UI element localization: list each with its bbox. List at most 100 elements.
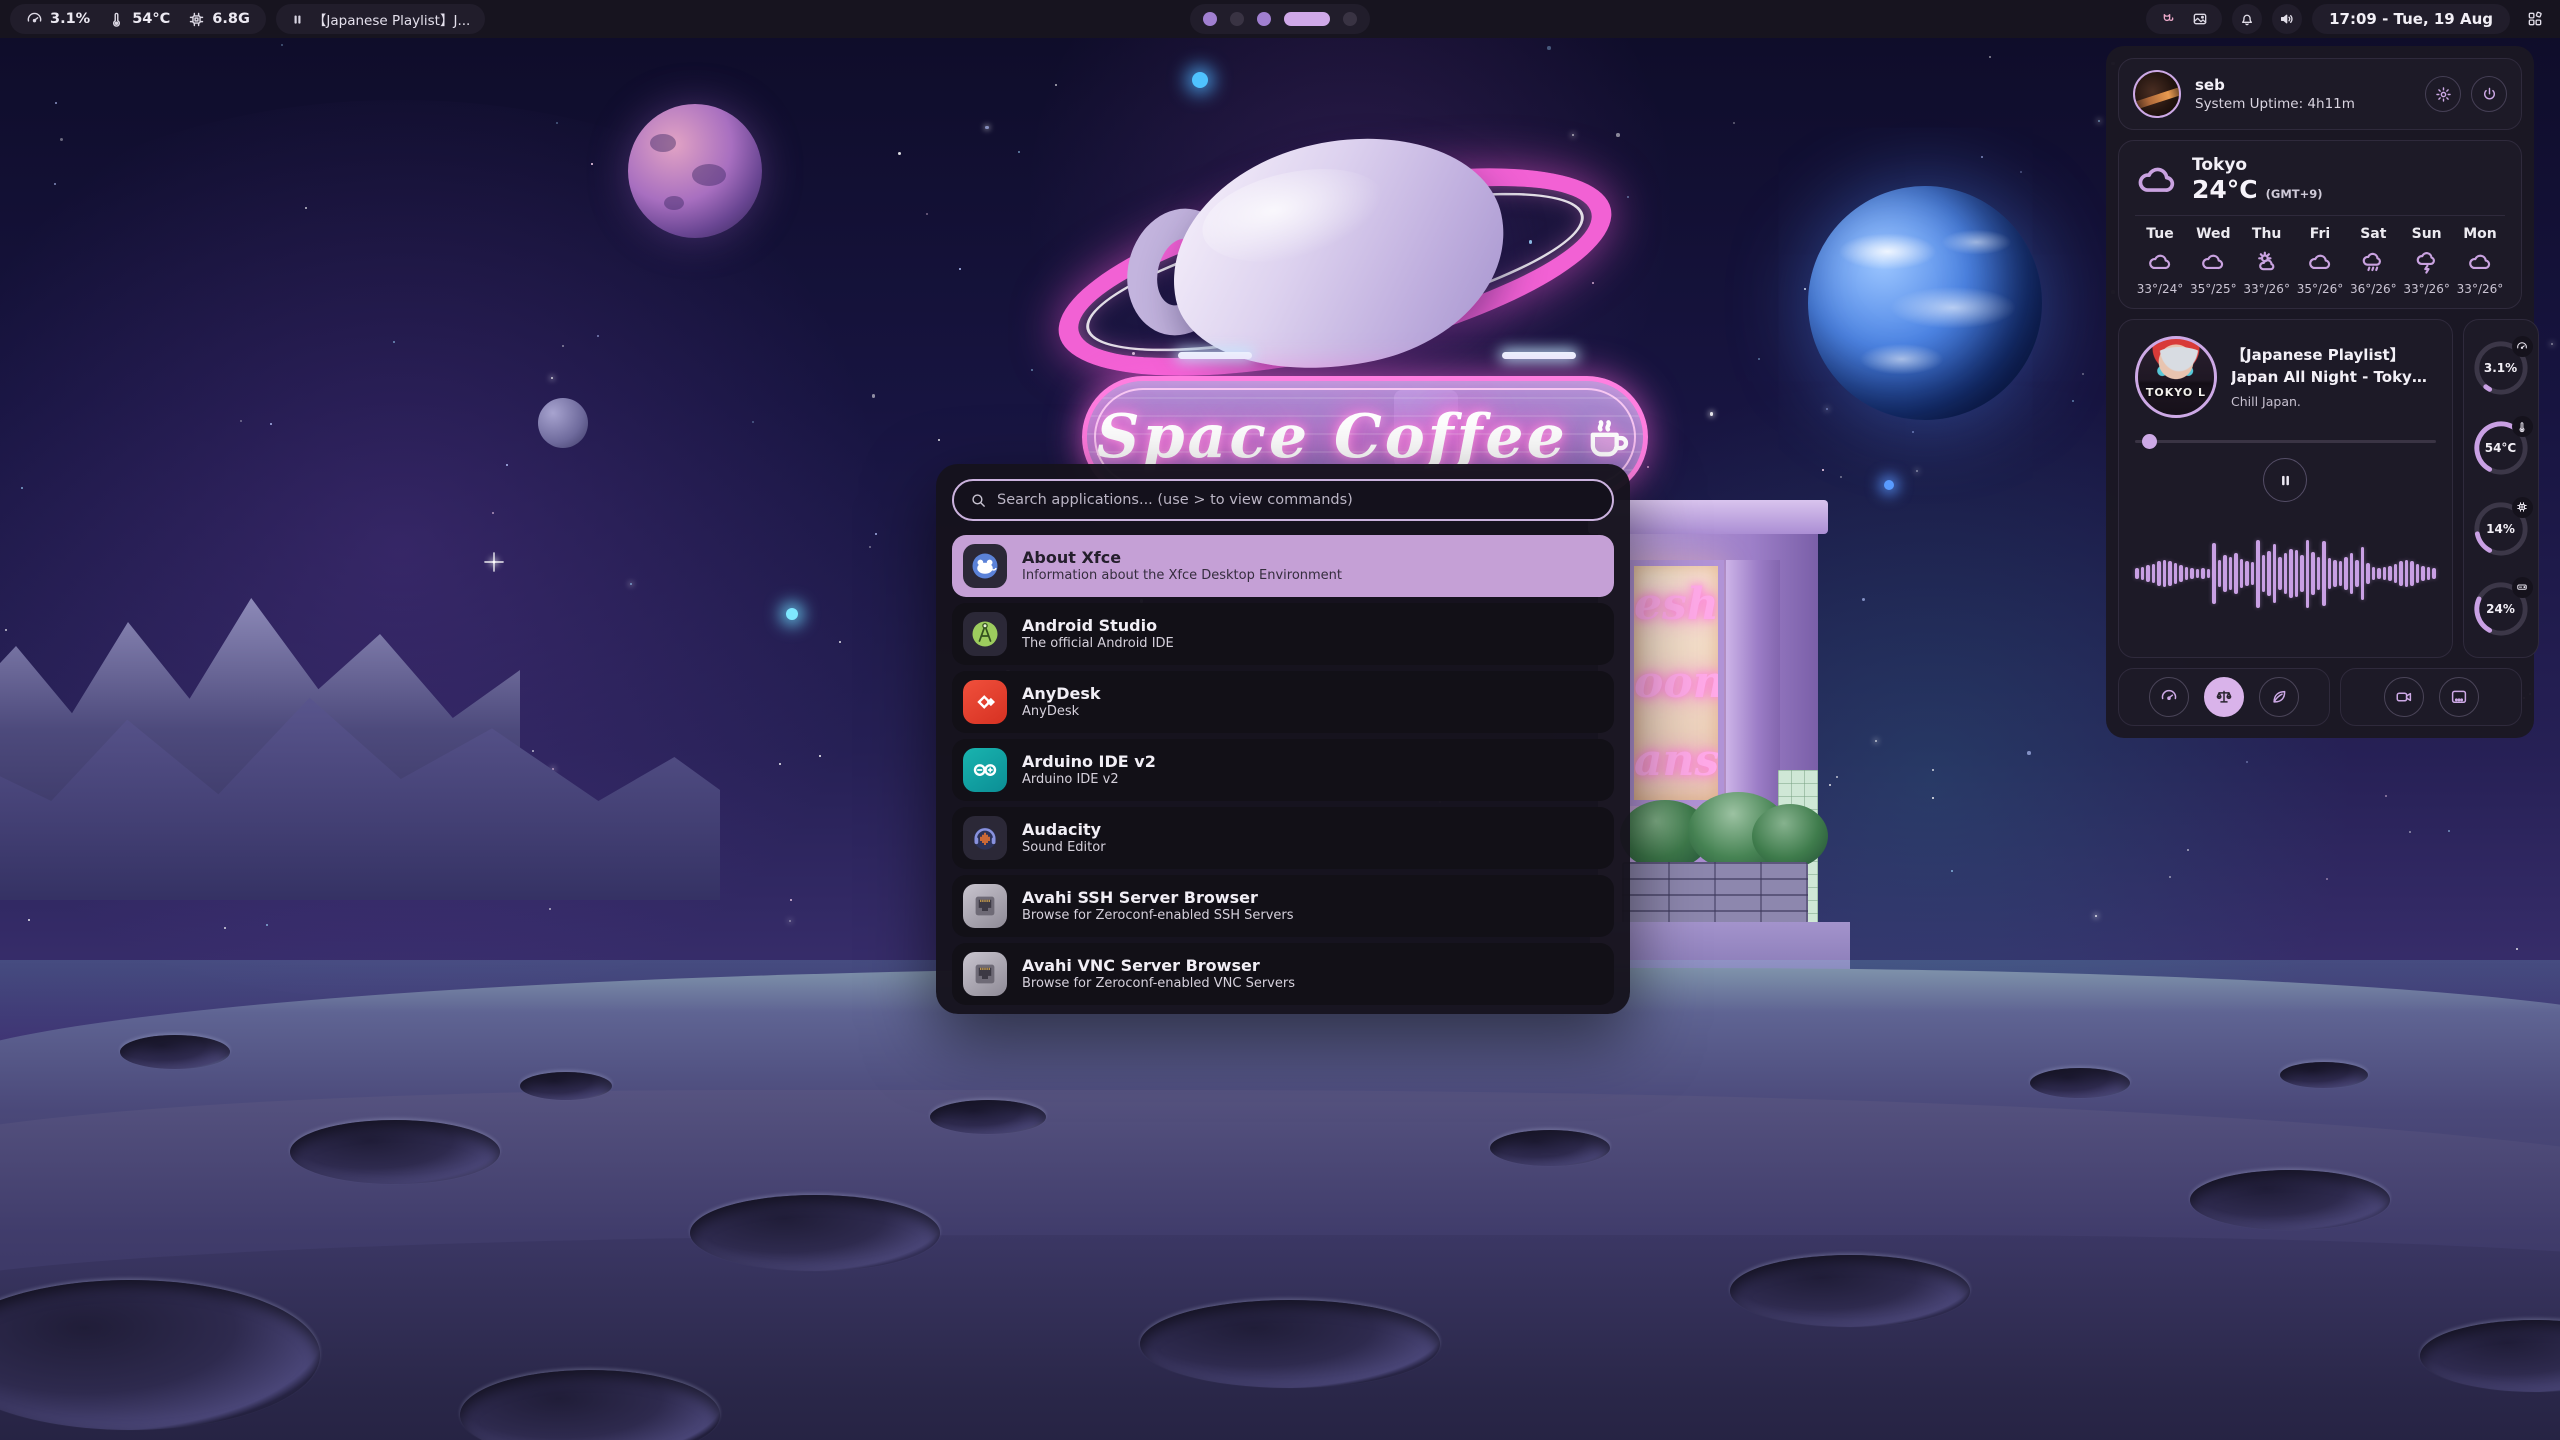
search-input[interactable] <box>997 492 1596 508</box>
visualizer-bar <box>2278 557 2282 591</box>
gear-icon <box>2435 86 2452 103</box>
visualizer-bar <box>2311 552 2315 595</box>
seek-bar[interactable] <box>2135 434 2436 448</box>
gauge-icon <box>26 11 43 28</box>
search-box[interactable] <box>952 479 1614 521</box>
visualizer-bar <box>2416 564 2420 584</box>
clock-text: 17:09 - Tue, 19 Aug <box>2329 10 2493 28</box>
app-description: Browse for Zeroconf-enabled VNC Servers <box>1022 976 1295 993</box>
forecast-day-label: Mon <box>2463 226 2497 242</box>
seek-track <box>2135 440 2436 443</box>
workspace-dot-active[interactable] <box>1284 12 1330 26</box>
forecast-day-label: Fri <box>2310 226 2330 242</box>
neon-dash <box>1502 352 1576 359</box>
visualizer-bar <box>2328 558 2332 589</box>
app-row[interactable]: Avahi SSH Server BrowserBrowse for Zeroc… <box>952 875 1614 937</box>
forecast-temps: 33°/26° <box>2403 282 2450 296</box>
visualizer-bar <box>2284 553 2288 595</box>
visualizer-bar <box>2344 557 2348 591</box>
app-description: AnyDesk <box>1022 704 1101 721</box>
volume-button[interactable] <box>2272 4 2302 34</box>
overview-button[interactable] <box>2520 4 2550 34</box>
screen-icon <box>2450 688 2468 706</box>
app-row[interactable]: Avahi VNC Server BrowserBrowse for Zeroc… <box>952 943 1614 1005</box>
forecast-day: Sat36°/26° <box>2348 226 2398 296</box>
visualizer-bar <box>2289 549 2293 598</box>
visualizer-bar <box>2410 561 2414 586</box>
app-row[interactable]: AnyDeskAnyDesk <box>952 671 1614 733</box>
balanced-profile-button[interactable] <box>2204 677 2244 717</box>
crater <box>2280 1062 2368 1088</box>
app-title: Avahi VNC Server Browser <box>1022 955 1295 977</box>
crater <box>690 1195 940 1271</box>
temperature-indicator[interactable]: 54°C <box>108 11 170 28</box>
visualizer-bar <box>2218 560 2222 588</box>
forecast-temps: 33°/26° <box>2243 282 2290 296</box>
app-title: Arduino IDE v2 <box>1022 751 1156 773</box>
album-art-label: TOKYO L <box>2138 386 2214 399</box>
weather-timezone: (GMT+9) <box>2266 187 2323 201</box>
app-row[interactable]: About XfceInformation about the Xfce Des… <box>952 535 1614 597</box>
shop-pillar <box>1726 560 1780 810</box>
power-icon <box>2481 86 2498 103</box>
system-gauges: 3.1%54°C14%24% <box>2463 319 2539 658</box>
power-profile-group <box>2118 668 2330 726</box>
window-neon-text: esh <box>1634 566 1718 644</box>
crater <box>1140 1300 1440 1388</box>
avatar[interactable] <box>2133 70 2181 118</box>
power-button[interactable] <box>2471 76 2507 112</box>
app-row[interactable]: Arduino IDE v2Arduino IDE v2 <box>952 739 1614 801</box>
powersaver-profile-button[interactable] <box>2259 677 2299 717</box>
visualizer-bar <box>2196 569 2200 579</box>
cpu-usage-indicator[interactable]: 3.1% <box>26 11 90 28</box>
pause-button[interactable] <box>2263 458 2307 502</box>
app-title: Avahi SSH Server Browser <box>1022 887 1294 909</box>
app-row[interactable]: Android StudioThe official Android IDE <box>952 603 1614 665</box>
visualizer-bar <box>2141 567 2145 580</box>
visualizer-bar <box>2273 544 2277 603</box>
grid-icon <box>2527 11 2543 27</box>
forecast-day: Fri35°/26° <box>2295 226 2345 296</box>
cloud-icon <box>2467 249 2493 275</box>
network-app-icon <box>963 884 1007 928</box>
crater <box>2030 1068 2130 1098</box>
workspace-dot-occupied[interactable] <box>1257 12 1271 26</box>
crater <box>1490 1130 1610 1166</box>
media-progress-dot[interactable] <box>2142 434 2157 449</box>
screenshot-button[interactable] <box>2439 677 2479 717</box>
gauge-icon <box>2512 336 2533 357</box>
notifications-button[interactable] <box>2232 4 2262 34</box>
workspace-dot-empty[interactable] <box>1343 12 1357 26</box>
cat-icon[interactable] <box>2160 11 2176 27</box>
visualizer-bar <box>2350 553 2354 593</box>
media-status-pill[interactable]: 【Japanese Playlist】J... <box>276 4 485 34</box>
visualizer-bar <box>2168 561 2172 586</box>
performance-profile-button[interactable] <box>2149 677 2189 717</box>
screen-record-button[interactable] <box>2384 677 2424 717</box>
forecast-day: Sun33°/26° <box>2402 226 2452 296</box>
visualizer-bar <box>2377 568 2381 579</box>
video-camera-icon <box>2395 688 2413 706</box>
app-row[interactable]: AudacitySound Editor <box>952 807 1614 869</box>
app-launcher: About XfceInformation about the Xfce Des… <box>936 464 1630 1014</box>
forecast-day: Thu33°/26° <box>2242 226 2292 296</box>
memory-value: 6.8G <box>212 11 250 27</box>
visualizer-bar <box>2201 568 2205 578</box>
memory-indicator[interactable]: 6.8G <box>188 11 250 28</box>
settings-button[interactable] <box>2425 76 2461 112</box>
forecast-day-label: Tue <box>2146 226 2173 242</box>
wallpaper-icon[interactable] <box>2192 11 2208 27</box>
speaker-icon <box>2279 11 2295 27</box>
workspace-dot-empty[interactable] <box>1230 12 1244 26</box>
visualizer-bar <box>2355 560 2359 588</box>
cpu-usage-value: 3.1% <box>50 11 90 27</box>
visualizer-bar <box>2179 565 2183 582</box>
clock[interactable]: 17:09 - Tue, 19 Aug <box>2312 4 2510 34</box>
weather-temp: 24°C <box>2192 175 2258 204</box>
workspace-dot-occupied[interactable] <box>1203 12 1217 26</box>
visualizer-bar <box>2399 561 2403 586</box>
visualizer-bar <box>2372 567 2376 579</box>
track-artist: Chill Japan. <box>2231 394 2436 409</box>
forecast-day-label: Wed <box>2196 226 2230 242</box>
visualizer-bar <box>2300 555 2304 592</box>
